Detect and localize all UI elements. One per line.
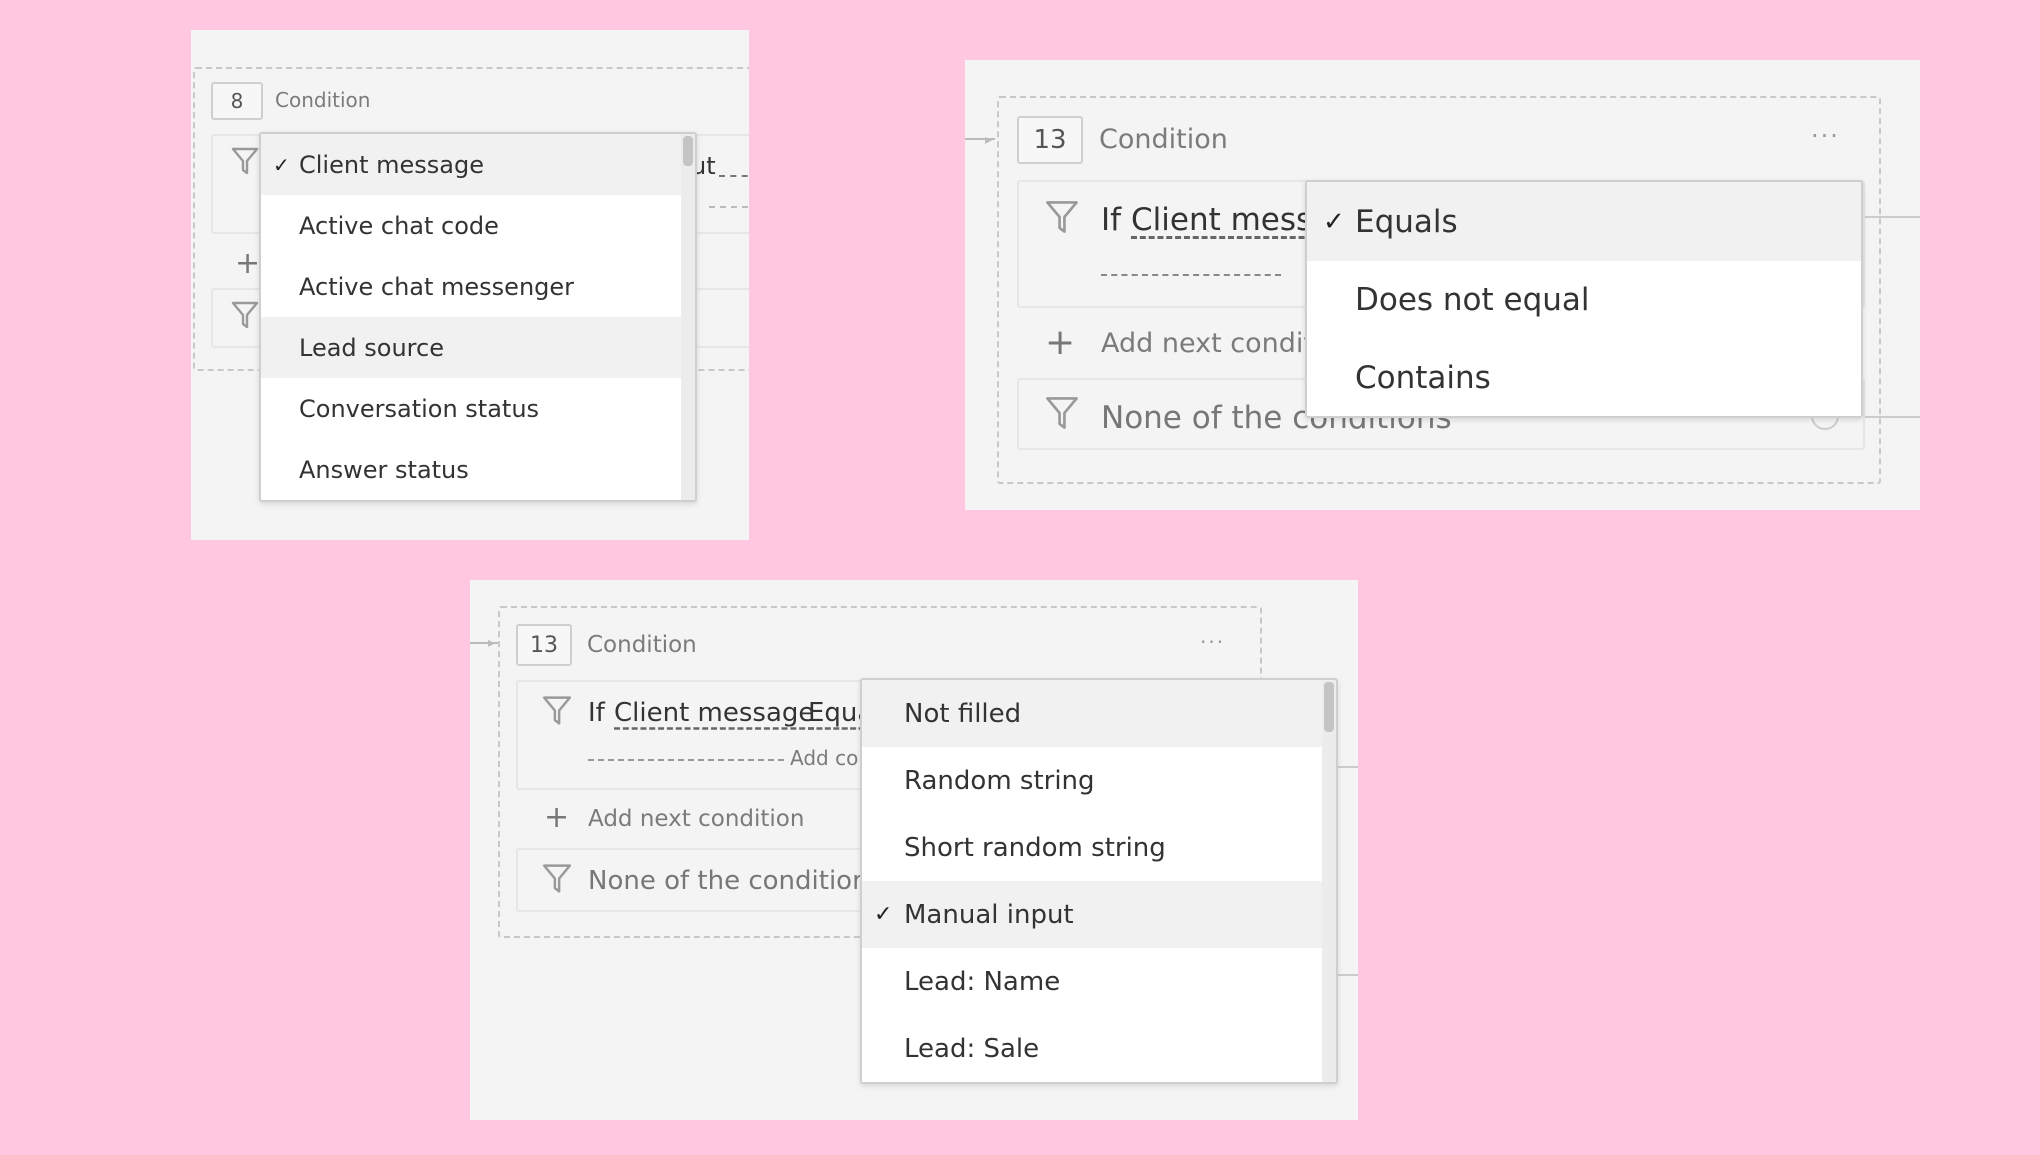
option-label: Random string [904, 765, 1095, 796]
check-icon: ✓ [1323, 206, 1345, 237]
dropdown-option[interactable]: Conversation status [261, 378, 695, 439]
connector-line [1865, 216, 1920, 218]
dropdown-option[interactable]: Short random string [862, 814, 1336, 881]
option-label: Lead: Sale [904, 1033, 1040, 1064]
dropdown-option-hovered[interactable]: Not filled [862, 680, 1336, 747]
block-title: Condition [1099, 124, 1228, 155]
dropdown-option[interactable]: Does not equal [1307, 261, 1861, 339]
option-label: Manual input [904, 899, 1074, 930]
value-dropdown[interactable]: Not filled Random string Short random st… [860, 678, 1338, 1084]
step-number-badge: 13 [516, 624, 572, 666]
add-condition-peek[interactable]: Add co [790, 746, 858, 770]
funnel-icon [542, 862, 572, 895]
dropdown-option[interactable]: Lead: Name [862, 948, 1336, 1015]
check-icon: ✓ [273, 152, 290, 177]
option-label: Short random string [904, 832, 1166, 863]
if-prefix: If [588, 698, 605, 728]
option-label: Active chat code [299, 211, 499, 240]
add-next-condition[interactable]: Add next conditi [1101, 328, 1321, 359]
dropdown-option[interactable]: Active chat code [261, 195, 695, 256]
connector-line [1338, 766, 1358, 768]
dropdown-option-selected[interactable]: ✓ Client message [261, 134, 695, 195]
dropdown-option-hovered[interactable]: Lead source [261, 317, 695, 378]
more-options-icon[interactable]: ··· [1200, 630, 1225, 654]
connector-line [1865, 416, 1920, 418]
condition-panel-small: 8 Condition ut + ✓ Client message Active… [191, 30, 749, 540]
dropdown-option[interactable]: Random string [862, 747, 1336, 814]
dropdown-option[interactable]: Active chat messenger [261, 256, 695, 317]
funnel-icon [1045, 394, 1079, 432]
dropdown-option[interactable]: Lead: Sale [862, 1015, 1336, 1082]
option-label: Client message [299, 150, 484, 179]
arrow-head: ▸ [488, 635, 496, 651]
if-field-link[interactable]: Client message [614, 698, 814, 728]
dashed-underline-2 [709, 206, 749, 208]
funnel-icon [231, 300, 259, 330]
dashed-underline [588, 759, 784, 761]
condition-panel-value: ▸ 13 Condition ··· If Client message Equ… [470, 580, 1358, 1120]
scrollbar-thumb[interactable] [1324, 682, 1334, 732]
dashed-underline [719, 175, 749, 177]
plus-icon[interactable]: + [235, 246, 260, 281]
option-label: Equals [1355, 203, 1458, 240]
scrollbar-thumb[interactable] [683, 136, 693, 166]
funnel-icon [542, 694, 572, 727]
step-number-badge: 13 [1017, 116, 1083, 164]
option-label: Contains [1355, 360, 1491, 396]
dropdown-scrollbar[interactable] [681, 134, 695, 500]
condition-panel-operator: ▸ 13 Condition ··· If Client messa + Add… [965, 60, 1920, 510]
connector-line [1338, 974, 1358, 976]
variable-dropdown[interactable]: ✓ Client message Active chat code Active… [259, 132, 697, 502]
if-field-link[interactable]: Client messa [1131, 202, 1331, 238]
option-label: Lead: Name [904, 966, 1061, 997]
dropdown-option[interactable]: Answer status [261, 439, 695, 500]
option-label: Conversation status [299, 394, 540, 423]
funnel-icon [231, 146, 259, 176]
dropdown-option-selected[interactable]: ✓ Equals [1307, 182, 1861, 261]
none-of-conditions: None of the conditions [588, 866, 883, 896]
if-prefix: If [1101, 202, 1122, 238]
dashed-underline [1101, 274, 1281, 276]
option-label: Not filled [904, 698, 1022, 729]
option-label: Lead source [299, 333, 444, 362]
dropdown-scrollbar[interactable] [1322, 680, 1336, 1082]
option-label: Answer status [299, 455, 469, 484]
plus-icon[interactable]: + [1045, 322, 1075, 363]
more-options-icon[interactable]: ··· [1811, 122, 1840, 150]
plus-icon[interactable]: + [544, 800, 569, 835]
add-next-condition[interactable]: Add next condition [588, 806, 804, 832]
arrow-head: ▸ [985, 132, 993, 148]
operator-dropdown[interactable]: ✓ Equals Does not equal Contains [1305, 180, 1863, 418]
check-icon: ✓ [874, 902, 893, 927]
funnel-icon [1045, 198, 1079, 236]
block-title: Condition [587, 632, 697, 658]
option-label: Active chat messenger [299, 272, 575, 301]
step-number-badge: 8 [211, 82, 263, 120]
block-title: Condition [275, 88, 371, 112]
dropdown-option-selected[interactable]: ✓ Manual input [862, 881, 1336, 948]
dropdown-option[interactable]: Contains [1307, 339, 1861, 416]
option-label: Does not equal [1355, 282, 1590, 318]
